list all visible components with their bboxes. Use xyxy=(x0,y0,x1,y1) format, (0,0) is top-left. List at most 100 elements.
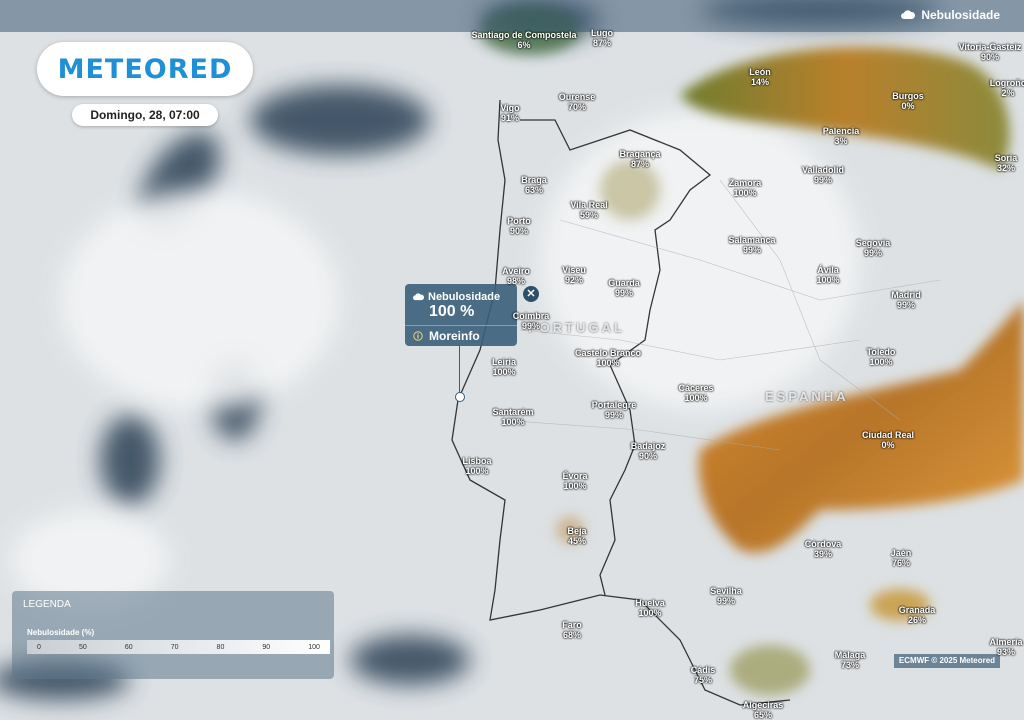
city-marker[interactable]: Braga 63% xyxy=(521,175,547,195)
city-marker[interactable]: Badajoz 90% xyxy=(631,441,666,461)
logo[interactable]: METEORED xyxy=(37,42,253,96)
more-info-button[interactable]: Moreinfo xyxy=(413,329,480,343)
city-marker[interactable]: Bragança 87% xyxy=(619,149,660,169)
city-marker[interactable]: Soria 32% xyxy=(995,153,1018,173)
city-marker[interactable]: Vila Real 59% xyxy=(570,200,607,220)
city-marker[interactable]: Algeciras 65% xyxy=(743,700,784,720)
city-name: Santarém xyxy=(492,407,534,417)
city-marker[interactable]: Lisboa 100% xyxy=(462,456,491,476)
city-marker[interactable]: Faro 68% xyxy=(562,620,582,640)
city-value: 100% xyxy=(492,367,516,377)
city-value: 0% xyxy=(881,440,895,450)
city-marker[interactable]: Palencia 3% xyxy=(823,126,860,146)
city-marker[interactable]: Logroño 2% xyxy=(990,78,1024,98)
city-name: Ciudad Real xyxy=(861,430,915,440)
city-value: 59% xyxy=(579,210,599,220)
city-marker[interactable]: Leiria 100% xyxy=(492,357,516,377)
legend-tick: 70 xyxy=(170,644,179,651)
city-marker[interactable]: Vigo 91% xyxy=(500,103,519,123)
city-name: Salamanca xyxy=(728,235,776,245)
city-marker[interactable]: Portalegre 99% xyxy=(592,400,637,420)
city-name: Leiria xyxy=(491,357,517,367)
city-marker[interactable]: Huelva 100% xyxy=(635,598,665,618)
pin-line xyxy=(459,346,460,396)
city-marker[interactable]: Ávila 100% xyxy=(816,265,839,285)
city-name: Évora xyxy=(562,471,588,481)
city-marker[interactable]: Zamora 100% xyxy=(729,178,762,198)
city-marker[interactable]: Lugo 87% xyxy=(591,28,613,48)
city-marker[interactable]: Porto 90% xyxy=(507,216,531,236)
city-value: 100% xyxy=(465,466,489,476)
city-value: 68% xyxy=(562,630,582,640)
city-value: 90% xyxy=(980,52,1000,62)
city-marker[interactable]: Málaga 73% xyxy=(835,650,866,670)
city-value: 87% xyxy=(630,159,649,169)
city-marker[interactable]: Guarda 99% xyxy=(608,278,640,298)
city-value: 99% xyxy=(521,321,541,331)
city-value: 76% xyxy=(891,558,911,568)
city-marker[interactable]: Santarém 100% xyxy=(492,407,533,427)
city-marker[interactable]: Cádis 75% xyxy=(691,665,716,685)
city-value: 100% xyxy=(638,608,662,618)
city-name: Beja xyxy=(567,526,587,536)
city-marker[interactable]: Aveiro 98% xyxy=(502,266,530,286)
city-marker[interactable]: Viseu 92% xyxy=(562,265,586,285)
city-marker[interactable]: Jaén 76% xyxy=(891,548,912,568)
city-marker[interactable]: León 14% xyxy=(749,67,771,87)
city-name: Málaga xyxy=(834,650,866,660)
city-marker[interactable]: Évora 100% xyxy=(562,471,587,491)
city-value: 14% xyxy=(750,77,769,87)
city-value: 100% xyxy=(501,417,525,427)
city-value: 90% xyxy=(509,226,528,236)
city-value: 75% xyxy=(693,675,713,685)
city-marker[interactable]: Toledo 100% xyxy=(867,347,896,367)
city-name: Faro xyxy=(562,620,582,630)
city-value: 92% xyxy=(564,275,584,285)
city-value: 0% xyxy=(901,101,915,111)
city-marker[interactable]: Burgos 0% xyxy=(892,91,924,111)
popup-value: 100 % xyxy=(429,303,475,320)
city-name: Vigo xyxy=(500,103,520,113)
city-marker[interactable]: Ourense 70% xyxy=(559,92,596,112)
city-name: Madrid xyxy=(891,290,921,300)
more-info-label: Moreinfo xyxy=(429,329,480,343)
city-name: Portalegre xyxy=(591,400,637,410)
close-icon[interactable]: ✕ xyxy=(523,286,539,302)
popup-title: Nebulosidade xyxy=(413,291,500,303)
city-value: 100% xyxy=(816,275,840,285)
city-marker[interactable]: Coimbra 99% xyxy=(513,311,550,331)
logo-text: METEORED xyxy=(57,53,233,85)
city-name: Ourense xyxy=(558,92,596,102)
attribution[interactable]: ECMWF © 2025 Meteored xyxy=(894,654,1000,668)
city-value: 65% xyxy=(753,710,772,720)
city-marker[interactable]: Santiago de Compostela 6% xyxy=(471,30,576,50)
city-value: 3% xyxy=(834,136,848,146)
city-marker[interactable]: Castelo Branco 100% xyxy=(575,348,641,368)
city-marker[interactable]: Granada 26% xyxy=(899,605,936,625)
city-marker[interactable]: Madrid 99% xyxy=(891,290,921,310)
city-marker[interactable]: Ciudad Real 0% xyxy=(862,430,914,450)
city-name: Santiago de Compostela xyxy=(471,30,577,40)
city-marker[interactable]: Salamanca 99% xyxy=(728,235,775,255)
city-name: Zamora xyxy=(728,178,762,188)
city-marker[interactable]: Almería 93% xyxy=(989,637,1022,657)
legend-title: LEGENDA xyxy=(23,599,71,610)
city-marker[interactable]: Vitoria-Gasteiz 90% xyxy=(959,42,1022,62)
city-marker[interactable]: Cáceres 100% xyxy=(678,383,713,403)
location-pin[interactable] xyxy=(455,392,465,402)
city-value: 99% xyxy=(896,300,916,310)
city-marker[interactable]: Segovia 99% xyxy=(856,238,891,258)
city-marker[interactable]: Córdova 39% xyxy=(805,539,842,559)
city-name: Viseu xyxy=(562,265,586,275)
city-value: 99% xyxy=(716,596,735,606)
city-value: 99% xyxy=(813,175,833,185)
city-name: Bragança xyxy=(619,149,661,159)
layer-selector[interactable]: Nebulosidade xyxy=(901,8,1000,22)
city-name: Ávila xyxy=(817,265,839,275)
city-name: Soria xyxy=(994,153,1018,163)
city-marker[interactable]: Valladolid 99% xyxy=(802,165,844,185)
city-marker[interactable]: Beja 45% xyxy=(567,526,586,546)
city-name: Lugo xyxy=(591,28,613,38)
city-marker[interactable]: Sevilha 99% xyxy=(710,586,742,606)
city-value: 98% xyxy=(506,276,525,286)
